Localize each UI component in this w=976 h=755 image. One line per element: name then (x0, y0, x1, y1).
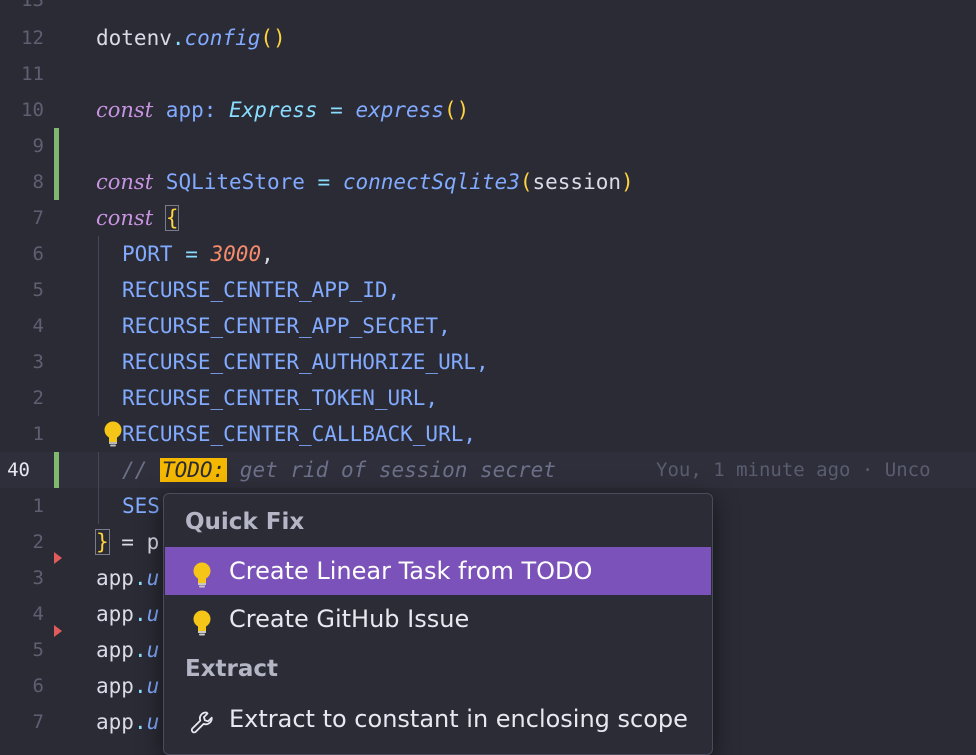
code-text: const SQLiteStore = connectSqlite3(sessi… (96, 170, 634, 194)
code-text: const app: Express = express() (96, 98, 470, 122)
menu-item-label: Create Linear Task from TODO (229, 557, 593, 585)
quick-fix-menu[interactable]: Quick Fix Create Linear Task from TODO C… (163, 493, 713, 755)
code-line[interactable]: 6 PORT = 3000, (0, 236, 976, 272)
current-code-line[interactable]: 40 // TODO: get rid of session secret Yo… (0, 452, 976, 488)
line-number: 6 (32, 243, 44, 265)
git-modified-marker[interactable] (54, 164, 59, 200)
indent-guide (98, 452, 99, 488)
line-number: 8 (32, 171, 44, 193)
line-number: 1 (32, 423, 44, 445)
line-number: 7 (32, 207, 44, 229)
git-modified-marker[interactable] (54, 128, 59, 164)
code-text: RECURSE_CENTER_TOKEN_URL, (122, 386, 439, 410)
code-text: } = p (95, 529, 160, 555)
code-text: app.u (96, 602, 160, 626)
line-number: 2 (32, 387, 44, 409)
code-text: RECURSE_CENTER_CALLBACK_URL, (122, 422, 477, 446)
code-line[interactable]: 4 RECURSE_CENTER_APP_SECRET, (0, 308, 976, 344)
menu-item-create-github-issue[interactable]: Create GitHub Issue (165, 595, 711, 643)
code-line[interactable]: 3 RECURSE_CENTER_AUTHORIZE_URL, (0, 344, 976, 380)
line-number: 7 (32, 711, 44, 733)
indent-guide (98, 488, 99, 524)
line-number: 40 (7, 459, 30, 481)
line-number: 13 (21, 0, 44, 11)
code-text: RECURSE_CENTER_APP_SECRET, (122, 314, 451, 338)
code-line[interactable]: 10 const app: Express = express() (0, 92, 976, 128)
indent-guide (98, 272, 99, 308)
line-number: 11 (21, 63, 44, 85)
code-editor[interactable]: 13 12 dotenv.config() 11 10 const app: E… (0, 0, 976, 755)
menu-item-label: Create GitHub Issue (229, 605, 470, 633)
line-number: 9 (32, 135, 44, 157)
code-line[interactable]: 1 RECURSE_CENTER_CALLBACK_URL, (0, 416, 976, 452)
line-number: 12 (21, 27, 44, 49)
indent-guide (98, 344, 99, 380)
code-line[interactable]: 7 const { (0, 200, 976, 236)
code-line[interactable]: 13 (0, 0, 976, 18)
code-line[interactable]: 2 RECURSE_CENTER_TOKEN_URL, (0, 380, 976, 416)
line-number: 10 (21, 99, 44, 121)
code-text: SES (122, 494, 160, 518)
code-line[interactable]: 9 (0, 128, 976, 164)
menu-section-header: Extract (185, 656, 279, 682)
menu-item-label: Extract to constant in enclosing scope (229, 705, 688, 733)
menu-section-header: Quick Fix (185, 509, 305, 535)
code-line[interactable]: 5 RECURSE_CENTER_APP_ID, (0, 272, 976, 308)
code-text: app.u (96, 710, 160, 734)
code-text: PORT = 3000, (122, 242, 274, 266)
code-line[interactable]: 8 const SQLiteStore = connectSqlite3(ses… (0, 164, 976, 200)
matched-brace: } (95, 529, 110, 555)
code-text: app.u (96, 638, 160, 662)
lightbulb-icon (189, 557, 215, 588)
line-number: 1 (32, 495, 44, 517)
code-text: RECURSE_CENTER_AUTHORIZE_URL, (122, 350, 489, 374)
git-blame-annotation: You, 1 minute ago · Unco (656, 459, 931, 481)
code-text: app.u (96, 566, 160, 590)
code-line[interactable]: 11 (0, 56, 976, 92)
line-number: 4 (32, 315, 44, 337)
indent-guide (98, 308, 99, 344)
code-text: RECURSE_CENTER_APP_ID, (122, 278, 401, 302)
matched-brace: { (164, 205, 180, 231)
indent-guide (98, 236, 99, 272)
lightbulb-icon[interactable] (102, 420, 124, 448)
code-text: dotenv.config() (96, 26, 286, 50)
todo-highlight: TODO: (159, 458, 228, 482)
indent-guide (98, 380, 99, 416)
line-number: 6 (32, 675, 44, 697)
line-number: 5 (32, 639, 44, 661)
line-number: 3 (32, 351, 44, 373)
lightbulb-icon (189, 605, 215, 636)
wrench-icon (189, 705, 215, 734)
git-modified-marker[interactable] (54, 452, 59, 488)
line-number: 4 (32, 603, 44, 625)
menu-item-create-linear-task[interactable]: Create Linear Task from TODO (165, 547, 711, 595)
code-text: // TODO: get rid of session secret (122, 458, 556, 482)
line-number: 2 (32, 531, 44, 553)
code-text: const { (96, 205, 180, 231)
code-line[interactable]: 12 dotenv.config() (0, 20, 976, 56)
line-number: 3 (32, 567, 44, 589)
menu-item-extract-constant[interactable]: Extract to constant in enclosing scope (165, 695, 711, 743)
line-number: 5 (32, 279, 44, 301)
code-text: app.u (96, 674, 160, 698)
